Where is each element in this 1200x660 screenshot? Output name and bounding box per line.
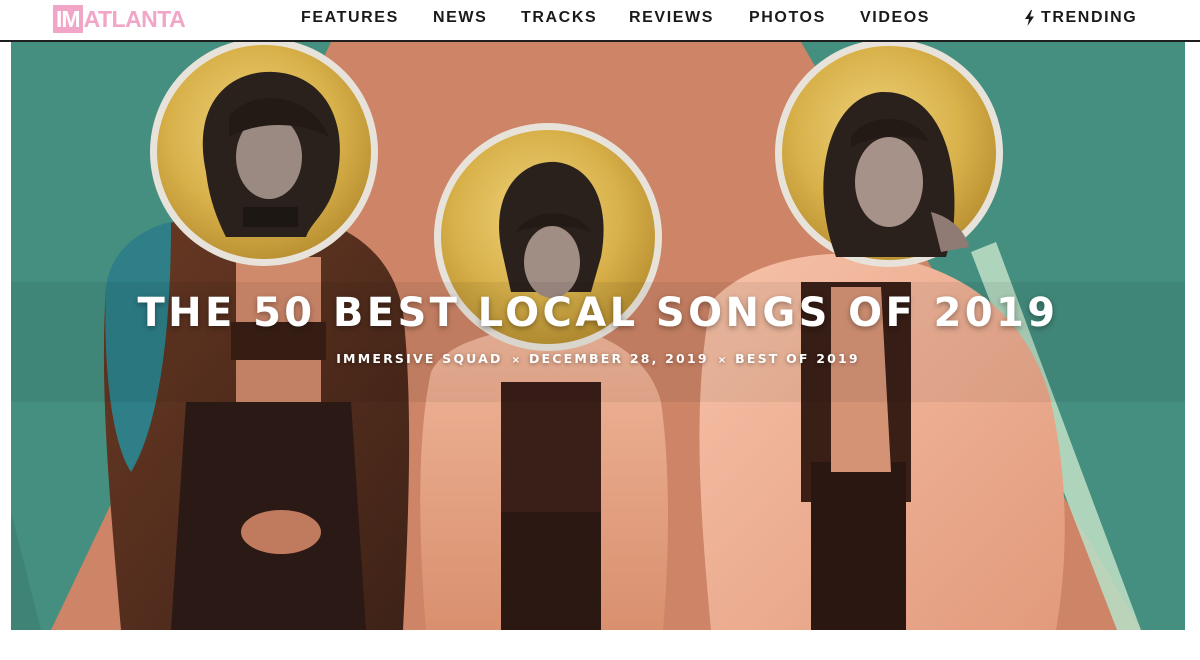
article-meta: IMMERSIVE SQUAD × DECEMBER 28, 2019 × BEST O… — [11, 351, 1185, 366]
site-header: IM ATLANTA FEATURES NEWS TRACKS REVIEWS … — [0, 0, 1200, 42]
meta-separator: × — [511, 355, 520, 366]
article-author[interactable]: IMMERSIVE SQUAD — [336, 351, 502, 366]
bolt-icon — [1025, 10, 1034, 26]
hero-text-block: THE 50 BEST LOCAL SONGS OF 2019 IMMERSIV… — [11, 42, 1185, 630]
nav-item-reviews[interactable]: REVIEWS — [629, 9, 714, 27]
nav-item-news[interactable]: NEWS — [433, 9, 487, 27]
nav-item-videos[interactable]: VIDEOS — [860, 9, 930, 27]
nav-item-trending[interactable]: TRENDING — [1024, 9, 1137, 27]
article-title[interactable]: THE 50 BEST LOCAL SONGS OF 2019 — [11, 290, 1185, 336]
featured-hero[interactable]: THE 50 BEST LOCAL SONGS OF 2019 IMMERSIV… — [11, 42, 1185, 630]
nav-item-features[interactable]: FEATURES — [301, 9, 399, 27]
main-nav: FEATURES NEWS TRACKS REVIEWS PHOTOS VIDE… — [0, 0, 1200, 38]
trending-label: TRENDING — [1041, 9, 1138, 26]
meta-separator: × — [717, 355, 727, 366]
nav-item-tracks[interactable]: TRACKS — [521, 9, 597, 27]
nav-item-photos[interactable]: PHOTOS — [749, 9, 826, 27]
article-category[interactable]: BEST OF 2019 — [735, 351, 860, 366]
article-date: DECEMBER 28, 2019 — [528, 351, 709, 366]
